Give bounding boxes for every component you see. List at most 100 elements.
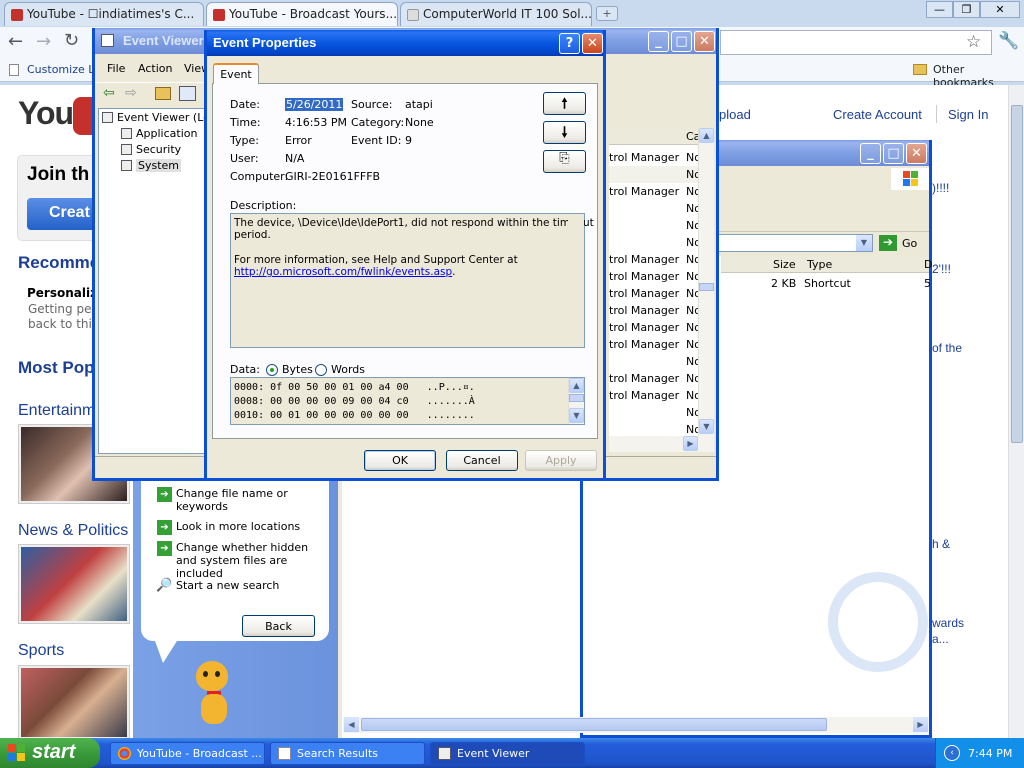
tree-item-application[interactable]: Application <box>136 127 197 140</box>
create-account-button[interactable]: Creat <box>27 198 99 230</box>
back-arrow-icon[interactable]: ⇦ <box>103 85 115 101</box>
forward-arrow-icon[interactable]: ⇨ <box>125 85 137 101</box>
youtube-logo[interactable]: You <box>18 95 104 135</box>
apply-button[interactable]: Apply <box>525 450 597 471</box>
event-list-hscroll[interactable]: ▶ <box>609 436 714 452</box>
back-button[interactable]: Back <box>242 615 315 637</box>
copy-button[interactable]: ⎘ <box>543 150 586 173</box>
companion-option[interactable]: Start a new search <box>176 579 279 592</box>
star-bookmark-icon[interactable]: ☆ <box>966 32 981 52</box>
menu-action[interactable]: Action <box>138 62 172 75</box>
video-title-snippet[interactable]: a... <box>932 632 949 646</box>
video-title-snippet[interactable]: 2'!!! <box>932 262 951 276</box>
scrollbar-thumb[interactable] <box>699 283 714 291</box>
video-title-snippet[interactable]: )!!!! <box>932 181 949 195</box>
browser-maximize-button[interactable]: ❐ <box>953 1 980 18</box>
data-box[interactable]: 0000: 0f 00 50 00 01 00 a4 00 ..P...¤. 0… <box>230 377 585 425</box>
bytes-radio[interactable] <box>266 364 278 376</box>
description-box[interactable]: The device, \Device\Ide\IdePort1, did no… <box>230 213 594 348</box>
close-button[interactable]: ✕ <box>906 143 927 164</box>
event-row[interactable]: No <box>609 404 701 421</box>
reload-icon[interactable]: ↻ <box>64 30 79 51</box>
create-account-link[interactable]: Create Account <box>833 107 922 122</box>
scrollbar-thumb[interactable] <box>569 394 584 402</box>
category-news-link[interactable]: News & Politics <box>18 522 128 540</box>
cancel-button[interactable]: Cancel <box>446 450 518 471</box>
column-type-header[interactable]: Type <box>807 258 832 271</box>
help-link[interactable]: http://go.microsoft.com/fwlink/events.as… <box>234 266 452 278</box>
event-row[interactable]: trol Manager No <box>609 302 701 319</box>
go-button-label[interactable]: Go <box>902 237 917 250</box>
scroll-down-icon[interactable]: ▼ <box>699 419 714 434</box>
bytes-label[interactable]: Bytes <box>282 363 313 376</box>
maximize-button[interactable]: □ <box>671 31 692 52</box>
ok-button[interactable]: OK <box>364 450 436 471</box>
wrench-menu-icon[interactable]: 🔧 <box>998 31 1019 51</box>
event-row[interactable]: trol Manager No <box>609 285 701 302</box>
event-row[interactable]: trol Manager No <box>609 268 701 285</box>
video-thumbnail[interactable] <box>18 544 130 624</box>
companion-option[interactable]: Change whether hidden and system files a… <box>176 541 326 580</box>
video-thumbnail[interactable] <box>18 665 130 740</box>
type-value[interactable]: Error <box>285 134 312 147</box>
next-event-button[interactable]: 🠗 <box>543 121 586 144</box>
taskbar-item-search-results[interactable]: Search Results <box>270 742 425 765</box>
close-button[interactable]: ✕ <box>582 33 603 54</box>
previous-event-button[interactable]: 🠕 <box>543 92 586 115</box>
source-value[interactable]: atapi <box>405 98 433 111</box>
event-id-value[interactable]: 9 <box>405 134 412 147</box>
scroll-left-icon[interactable]: ◀ <box>344 717 359 732</box>
show-tree-icon[interactable] <box>179 86 196 101</box>
words-radio[interactable] <box>315 364 327 376</box>
column-size-header[interactable]: Size <box>773 258 796 271</box>
category-value[interactable]: None <box>405 116 434 129</box>
upload-link[interactable]: pload <box>719 107 751 122</box>
start-button[interactable]: start <box>0 738 100 768</box>
time-value[interactable]: 4:16:53 PM <box>285 116 347 129</box>
tab-computerworld[interactable]: ComputerWorld IT 100 Sol... <box>400 2 592 26</box>
event-row[interactable]: No <box>609 353 701 370</box>
omnibox[interactable] <box>720 30 992 55</box>
tree-item-system[interactable]: System <box>136 159 182 172</box>
event-row[interactable]: trol Manager No <box>609 336 701 353</box>
scroll-right-icon[interactable]: ▶ <box>683 436 698 451</box>
category-sports-link[interactable]: Sports <box>18 642 64 660</box>
companion-option[interactable]: Change file name or keywords <box>176 487 296 513</box>
tray-expand-icon[interactable]: ‹ <box>944 745 960 761</box>
tree-root[interactable]: Event Viewer (Loc <box>117 111 216 124</box>
tab-event[interactable]: Event <box>213 63 259 84</box>
data-scrollbar[interactable]: ▲ ▼ <box>568 378 584 424</box>
search-dog-icon[interactable] <box>188 661 240 729</box>
go-arrow-icon[interactable]: ➔ <box>879 235 897 251</box>
scrollbar-thumb[interactable] <box>1011 105 1023 443</box>
help-button[interactable]: ? <box>559 33 580 54</box>
tree-item-security[interactable]: Security <box>136 143 181 156</box>
computer-value[interactable]: GIRI-2E0161FFFB <box>285 170 380 183</box>
page-scrollbar[interactable] <box>1008 85 1024 738</box>
video-title-snippet[interactable]: of the <box>932 341 962 355</box>
minimize-button[interactable]: _ <box>648 31 669 52</box>
new-tab-button[interactable]: + <box>596 6 618 21</box>
companion-option[interactable]: Look in more locations <box>176 520 300 533</box>
event-row[interactable]: No <box>609 234 701 251</box>
event-row[interactable]: No <box>609 217 701 234</box>
dropdown-arrow-icon[interactable]: ▼ <box>856 235 872 251</box>
clock[interactable]: 7:44 PM <box>968 747 1012 760</box>
event-row[interactable]: trol Manager No <box>609 387 701 404</box>
words-label[interactable]: Words <box>331 363 365 376</box>
scroll-up-icon[interactable]: ▲ <box>699 128 714 143</box>
taskbar-item-youtube[interactable]: YouTube - Broadcast ... <box>110 742 265 765</box>
scroll-down-icon[interactable]: ▼ <box>569 408 584 423</box>
tab-youtube-broadcast[interactable]: YouTube - Broadcast Yours... <box>206 2 398 26</box>
scroll-right-icon[interactable]: ▶ <box>913 717 928 732</box>
minimize-button[interactable]: _ <box>860 143 881 164</box>
user-value[interactable]: N/A <box>285 152 304 165</box>
event-row[interactable]: trol Manager No <box>609 370 701 387</box>
video-title-snippet[interactable]: h & <box>932 537 950 551</box>
close-button[interactable]: ✕ <box>694 31 715 52</box>
sign-in-link[interactable]: Sign In <box>948 107 988 122</box>
bookmark-customize-link[interactable]: Customize Li <box>27 63 97 76</box>
event-row[interactable]: trol Manager No <box>609 149 701 166</box>
event-row[interactable]: No <box>609 200 701 217</box>
forward-arrow-icon[interactable]: → <box>36 31 51 52</box>
